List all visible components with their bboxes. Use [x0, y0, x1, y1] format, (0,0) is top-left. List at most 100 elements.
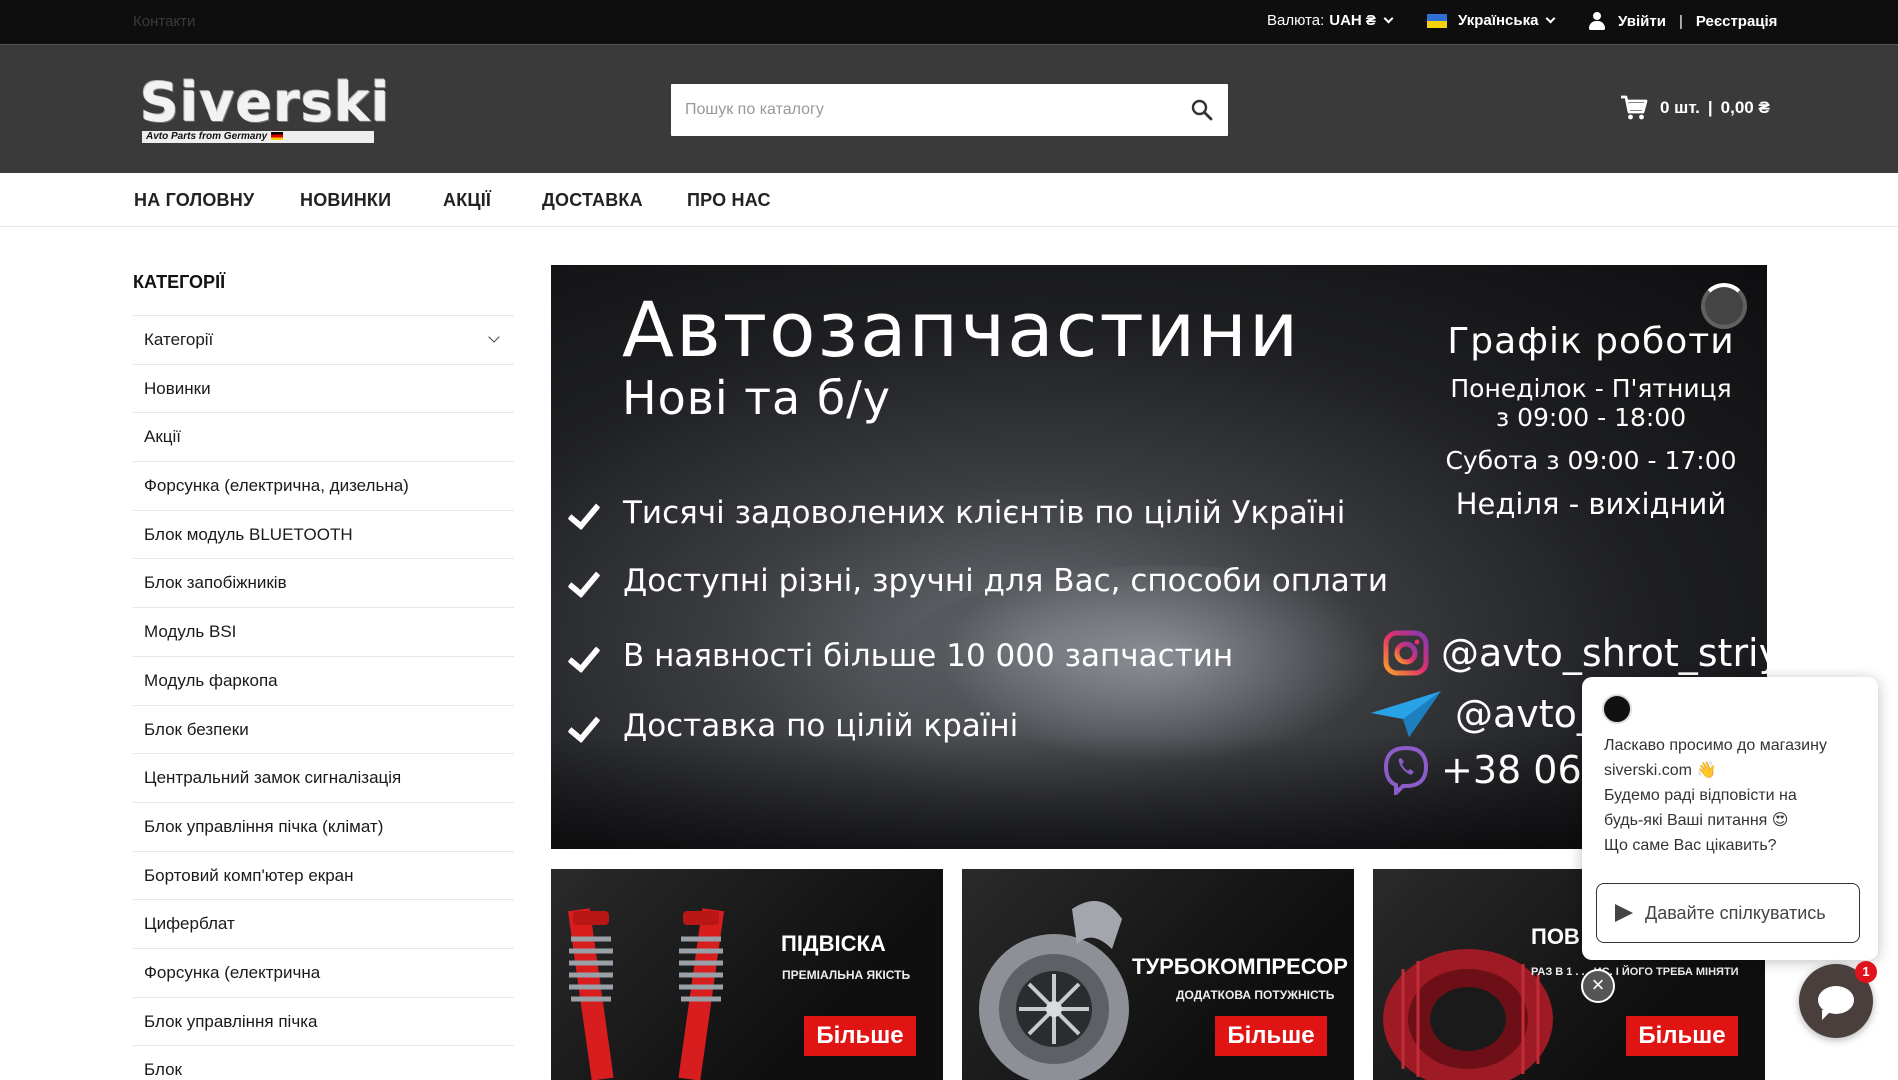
category-item[interactable]: Центральний замок сигналізація — [133, 754, 514, 803]
schedule-title: Графік роботи — [1447, 321, 1735, 362]
promo-tile-title: ТУРБОКОМПРЕСОР — [1132, 954, 1348, 979]
checkmark-icon — [571, 572, 603, 590]
promo-tile-turbo[interactable]: ТУРБОКОМПРЕСОР ДОДАТКОВА ПОТУЖНІСТЬ Біль… — [962, 869, 1354, 1080]
chat-message-line: будь-які Ваші питання 😍 — [1604, 812, 1789, 829]
schedule-line: Понеділок - П'ятниця — [1450, 374, 1732, 403]
site-header: Siverski Avto Parts from Germany 0 шт. |… — [0, 44, 1898, 173]
category-label: Акції — [144, 427, 182, 447]
unread-badge: 1 — [1855, 961, 1877, 983]
category-item[interactable]: Бортовий комп'ютер екран — [133, 852, 514, 901]
nav-item-new[interactable]: НОВИНКИ — [300, 190, 391, 211]
language-selector[interactable]: Українська — [1427, 12, 1556, 29]
nav-item-delivery[interactable]: ДОСТАВКА — [542, 190, 643, 211]
promo-tile-more-button[interactable]: Більше — [1215, 1016, 1327, 1056]
cart-separator: | — [1707, 98, 1713, 117]
top-bar: Контакти Валюта: UAH ₴ Українська Увійти… — [0, 0, 1898, 44]
banner-bullet-text: Доступні різні, зручні для Вас, способи … — [623, 563, 1388, 599]
ukraine-flag-icon — [1427, 13, 1447, 28]
schedule-line: з 09:00 - 18:00 — [1495, 403, 1687, 432]
send-icon — [1615, 904, 1633, 922]
chat-avatar — [1602, 694, 1632, 724]
promo-tile-subtitle: ДОДАТКОВА ПОТУЖНІСТЬ — [1176, 988, 1335, 1002]
chat-close-button[interactable]: × — [1581, 969, 1615, 1003]
promo-tile-suspension[interactable]: ПІДВІСКА ПРЕМІАЛЬНА ЯКІСТЬ Більше — [551, 869, 943, 1080]
search-icon[interactable] — [1190, 98, 1214, 122]
instagram-icon — [1383, 630, 1429, 676]
cart-icon — [1621, 95, 1648, 120]
category-label: Блок модуль BLUETOOTH — [144, 524, 353, 544]
category-list: Категорії Новинки Акції Форсунка (електр… — [133, 315, 514, 1080]
work-schedule: Графік роботи Понеділок - П'ятниця з 09:… — [1431, 321, 1751, 521]
account-links: Увійти | Реєстрація — [1589, 12, 1777, 30]
category-item[interactable]: Блок управління пічка — [133, 998, 514, 1047]
instagram-text: @avto_shrot_striy — [1441, 631, 1767, 675]
nav-item-sales[interactable]: АКЦІЇ — [443, 190, 491, 211]
contacts-link[interactable]: Контакти — [133, 13, 195, 30]
category-item[interactable]: Модуль фаркопа — [133, 657, 514, 706]
chat-message-line: Ласкаво просимо до магазину — [1604, 737, 1827, 754]
category-item[interactable]: Блок — [133, 1046, 514, 1080]
category-label: Центральний замок сигналізація — [144, 768, 402, 788]
banner-bullet: Доставка по цілій країні — [571, 708, 1018, 744]
chat-message-line: Що саме Вас цікавить? — [1604, 837, 1777, 854]
cart-count: 0 шт. — [1660, 98, 1700, 117]
currency-selector[interactable]: Валюта: UAH ₴ — [1267, 12, 1394, 29]
chat-launcher-button[interactable]: 1 — [1799, 961, 1877, 1038]
promo-tile-title: ПІДВІСКА — [781, 931, 886, 956]
chat-message-line: siverski.com 👋 — [1604, 762, 1717, 779]
promo-tile-subtitle: РАЗ В 1 . . . ИС. І ЙОГО ТРЕБА МІНЯТИ — [1531, 966, 1739, 978]
chat-welcome-message: Ласкаво просимо до магазину siverski.com… — [1604, 733, 1866, 858]
category-item[interactable]: Блок модуль BLUETOOTH — [133, 511, 514, 560]
checkmark-icon — [571, 504, 603, 522]
chevron-down-icon[interactable] — [488, 331, 500, 343]
category-item[interactable]: Блок безпеки — [133, 706, 514, 755]
category-item[interactable]: Акції — [133, 413, 514, 463]
nav-item-about[interactable]: ПРО НАС — [687, 190, 771, 211]
cart-button[interactable]: 0 шт. | 0,00 ₴ — [1620, 95, 1770, 121]
category-item[interactable]: Новинки — [133, 365, 514, 414]
chevron-down-icon — [1546, 13, 1556, 24]
site-logo[interactable]: Siverski Avto Parts from Germany — [140, 75, 389, 143]
start-chat-label: Давайте спілкуватись — [1645, 902, 1826, 923]
currency-value: UAH ₴ — [1329, 12, 1376, 29]
category-item[interactable]: Модуль BSI — [133, 608, 514, 657]
register-link[interactable]: Реєстрація — [1696, 13, 1778, 30]
banner-title: Автозапчастини — [622, 285, 1301, 374]
category-item[interactable]: Блок управління пічка (клімат) — [133, 803, 514, 852]
category-label: Блок — [144, 1060, 182, 1080]
category-item[interactable]: Циферблат — [133, 900, 514, 949]
logo-tagline: Avto Parts from Germany — [142, 131, 374, 143]
germany-flag-icon — [271, 132, 284, 141]
instagram-handle: @avto_shrot_striy — [1383, 630, 1767, 676]
category-label: Блок безпеки — [144, 719, 249, 739]
language-value: Українська — [1458, 12, 1539, 29]
login-link[interactable]: Увійти — [1618, 13, 1666, 30]
start-chat-button[interactable]: Давайте спілкуватись — [1596, 883, 1860, 943]
nav-item-home[interactable]: НА ГОЛОВНУ — [134, 190, 254, 211]
category-label: Блок управління пічка — [144, 1011, 318, 1031]
chevron-down-icon — [1383, 13, 1394, 24]
category-item[interactable]: Форсунка (електрична, дизельна) — [133, 462, 514, 511]
promo-tile-subtitle: ПРЕМІАЛЬНА ЯКІСТЬ — [782, 968, 911, 982]
banner-bullet-text: Доставка по цілій країні — [623, 708, 1019, 744]
category-label: Бортовий комп'ютер екран — [144, 865, 354, 885]
categories-title: КАТЕГОРІЇ — [133, 272, 226, 292]
category-item[interactable]: Блок запобіжників — [133, 559, 514, 609]
category-item[interactable]: Категорії — [133, 316, 514, 365]
promo-tile-more-button[interactable]: Більше — [1626, 1016, 1738, 1056]
logo-tagline-text: Avto Parts from Germany — [146, 131, 268, 142]
category-item[interactable]: Форсунка (електрична — [133, 949, 514, 998]
banner-bullet-text: Тисячі задоволених клієнтів по цілій Укр… — [623, 495, 1346, 531]
search-input[interactable] — [671, 84, 1171, 136]
account-separator: | — [1678, 12, 1683, 30]
banner-bullet: Тисячі задоволених клієнтів по цілій Укр… — [571, 495, 1345, 531]
schedule-line: Неділя - вихідний — [1455, 487, 1727, 521]
promo-tile-more-button[interactable]: Більше — [804, 1016, 916, 1056]
promo-tile-title: ПОВ — [1531, 924, 1580, 949]
telegram-icon — [1371, 691, 1441, 737]
main-nav: НА ГОЛОВНУ НОВИНКИ АКЦІЇ ДОСТАВКА ПРО НА… — [0, 173, 1898, 227]
logo-wordmark: Siverski — [140, 71, 391, 134]
category-label: Модуль фаркопа — [144, 670, 278, 690]
search-box — [671, 84, 1228, 136]
telegram-handle: @avto_s — [1369, 689, 1616, 739]
